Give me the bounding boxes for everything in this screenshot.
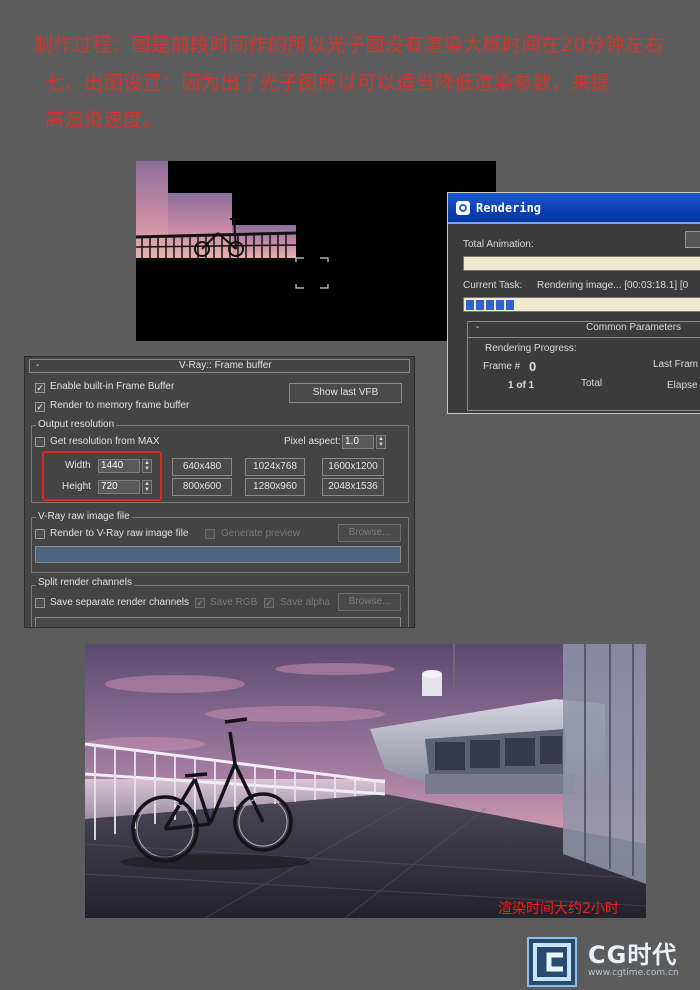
common-parameters-header[interactable]: - Common Parameters: [468, 322, 700, 338]
frame-count-label: 1 of 1: [508, 380, 535, 391]
common-parameters-label: Common Parameters: [586, 322, 682, 333]
save-rgb-label: Save RGB: [210, 597, 258, 608]
output-resolution-label: Output resolution: [36, 419, 117, 430]
rollout-collapse-icon: -: [476, 322, 480, 333]
vray-panel-title: V-Ray:: Frame buffer: [179, 360, 272, 371]
render-time-caption: 渲染时间大约2小时: [498, 901, 619, 917]
save-separate-checkbox[interactable]: [35, 598, 45, 608]
intro-heading-line-3: 高渲染速度。: [45, 109, 163, 131]
partial-render-image: [136, 161, 496, 341]
split-file-path-field[interactable]: [35, 617, 401, 627]
pause-button[interactable]: [685, 231, 700, 248]
get-resolution-label: Get resolution from MAX: [50, 436, 160, 447]
render-raw-label: Render to V-Ray raw image file: [50, 528, 189, 539]
save-alpha-checkbox[interactable]: ✓: [264, 598, 274, 608]
preset-1280x960-button[interactable]: 1280x960: [245, 478, 305, 496]
raw-browse-button[interactable]: Browse...: [338, 524, 401, 542]
total-label: Total: [581, 378, 603, 389]
current-task-progress-bar: [463, 297, 700, 312]
preset-1600x1200-button[interactable]: 1600x1200: [322, 458, 384, 476]
rendering-dialog-title: Rendering: [476, 200, 542, 215]
last-frame-label: Last Fram: [653, 359, 699, 370]
preset-640x480-button[interactable]: 640x480: [172, 458, 232, 476]
save-separate-label: Save separate render channels: [50, 597, 189, 608]
render-raw-checkbox[interactable]: [35, 529, 45, 539]
progress-segment: [486, 300, 494, 310]
rollout-collapse-icon: -: [36, 360, 40, 371]
raw-file-path-field[interactable]: [35, 546, 401, 563]
render-memory-checkbox[interactable]: ✓: [35, 402, 45, 412]
elapsed-label: Elapse: [667, 380, 698, 391]
rendering-dialog: Rendering Total Animation: Current Task:…: [447, 192, 700, 414]
frame-number-label: Frame #: [483, 361, 521, 372]
cgtime-url: www.cgtime.com.cn: [588, 968, 679, 978]
enable-builtin-label: Enable built-in Frame Buffer: [50, 381, 175, 392]
current-task-label: Current Task:: [463, 280, 523, 291]
vray-frame-buffer-panel: - V-Ray:: Frame buffer ✓ Enable built-in…: [24, 356, 415, 628]
enable-builtin-checkbox[interactable]: ✓: [35, 383, 45, 393]
vray-rollout-header[interactable]: - V-Ray:: Frame buffer: [29, 359, 410, 373]
preset-2048x1536-button[interactable]: 2048x1536: [322, 478, 384, 496]
rendering-dialog-titlebar[interactable]: Rendering: [448, 193, 700, 224]
final-render-image: [85, 644, 646, 918]
progress-segment: [496, 300, 504, 310]
rooftop-bicycle-scene: [85, 644, 646, 918]
render-preview-window: [136, 161, 496, 341]
pixel-aspect-label: Pixel aspect:: [284, 436, 341, 447]
preset-1024x768-button[interactable]: 1024x768: [245, 458, 305, 476]
app-icon: [456, 200, 470, 215]
render-memory-label: Render to memory frame buffer: [50, 400, 190, 411]
progress-segment: [476, 300, 484, 310]
rendering-progress-label: Rendering Progress:: [485, 343, 577, 354]
current-task-value: Rendering image... [00:03:18.1] [0: [537, 280, 689, 291]
intro-heading-line-1: 制作过程：图是前段时间作的所以光子图没有渲染大概时间在20分钟左右: [34, 34, 664, 56]
split-browse-button[interactable]: Browse...: [338, 593, 401, 611]
total-animation-label: Total Animation:: [463, 239, 534, 250]
show-last-vfb-button[interactable]: Show last VFB: [289, 383, 402, 403]
save-alpha-label: Save alpha: [280, 597, 331, 608]
progress-segment: [466, 300, 474, 310]
progress-segment: [506, 300, 514, 310]
preset-800x600-button[interactable]: 800x600: [172, 478, 232, 496]
pixel-aspect-spinner[interactable]: ▲ ▼: [376, 435, 386, 449]
intro-heading-line-2: 七、出图设置：因为出了光子图所以可以适当降低渲染参数，来提: [45, 72, 611, 94]
cgtime-brand-text: CG时代: [588, 941, 678, 969]
raw-image-group-label: V-Ray raw image file: [36, 511, 132, 522]
total-animation-progress-bar: [463, 256, 700, 271]
pixel-aspect-input[interactable]: 1.0: [342, 435, 374, 449]
save-rgb-checkbox[interactable]: ✓: [195, 598, 205, 608]
common-parameters-rollout: - Common Parameters Rendering Progress: …: [467, 321, 700, 411]
cgtime-logo-icon: [527, 937, 577, 987]
split-channels-label: Split render channels: [36, 577, 134, 588]
generate-preview-checkbox[interactable]: [205, 529, 215, 539]
get-resolution-checkbox[interactable]: [35, 437, 45, 447]
cgtime-logo: CG时代 www.cgtime.com.cn: [524, 934, 700, 990]
frame-number-value: 0: [529, 359, 537, 374]
resolution-highlight-box: [42, 451, 162, 501]
generate-preview-label: Generate preview: [221, 528, 300, 539]
